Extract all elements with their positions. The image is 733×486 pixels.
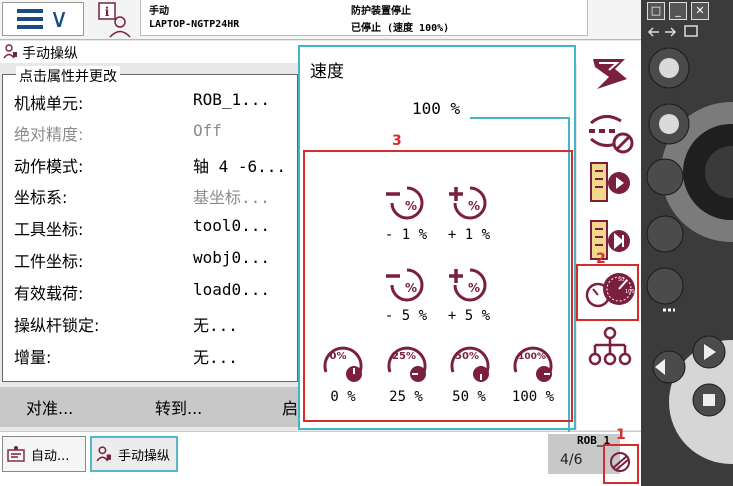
start-button[interactable]: 启 [282, 395, 298, 419]
property-value: 轴 4 -6... [193, 157, 287, 176]
svg-text:i: i [105, 5, 110, 19]
dial-mark-100: 100% [518, 352, 546, 362]
operator-info-icon[interactable]: i [96, 2, 132, 38]
dial-mark-50: 50% [455, 351, 479, 362]
speed-50-label: 50 % [452, 389, 486, 405]
property-label: 坐标系: [14, 188, 68, 207]
svg-text:%: % [405, 199, 417, 213]
top-status-bar: ∨ i 手动 LAPTOP-NGTP24HR 防护装置停止 已停止 (速度 10… [0, 0, 718, 40]
goto-button[interactable]: 转到... [155, 395, 202, 419]
speed-plus-5-label: + 5 % [447, 308, 491, 324]
mechanical-unit-icon[interactable] [585, 53, 635, 99]
property-value: 基坐标... [193, 188, 270, 207]
main-menu-button[interactable]: ∨ [2, 2, 84, 36]
property-workobject[interactable]: 工件坐标: wobj0... [14, 248, 294, 272]
jog-person-icon [3, 44, 17, 59]
quickset-menu: 50 100 [577, 45, 641, 430]
status-panel[interactable]: 手动 LAPTOP-NGTP24HR 防护装置停止 已停止 (速度 100%) [140, 0, 718, 36]
speed-current-value: 100 % [412, 99, 461, 118]
property-mechanical-unit[interactable]: 机械单元: ROB_1... [14, 90, 294, 114]
run-status: 已停止 (速度 100%) [351, 23, 450, 34]
speed-panel-title: 速度 [310, 62, 344, 82]
task-auto-label: 自动... [31, 448, 70, 464]
property-value: Off [193, 121, 222, 140]
speed-0-button[interactable]: 0% [320, 340, 366, 386]
guard-status: 防护装置停止 [351, 6, 411, 17]
property-label: 操纵杆锁定: [14, 316, 100, 335]
connector-line [470, 117, 570, 119]
chevron-down-icon: ∨ [49, 4, 69, 34]
jog-person-icon [96, 446, 111, 462]
property-value: ROB_1... [193, 90, 271, 109]
mode-text: 手动 [149, 6, 169, 17]
task-jog-label: 手动操纵 [118, 448, 171, 464]
task-jog-button[interactable]: 手动操纵 [90, 436, 178, 472]
window-minimize-button[interactable]: _ [669, 2, 687, 20]
property-value: wobj0... [193, 248, 271, 267]
taskbar: 自动... 手动操纵 [0, 431, 641, 486]
property-absolute-accuracy: 绝对精度: Off [14, 121, 294, 145]
speed-25-button[interactable]: 25% [384, 340, 430, 386]
window-close-button[interactable]: ✕ [691, 2, 709, 20]
property-motion-mode[interactable]: 动作模式: 轴 4 -6... [14, 153, 294, 177]
jog-title: 手动操纵 [22, 46, 78, 62]
svg-text:%: % [468, 199, 480, 213]
property-increment[interactable]: 增量: 无... [14, 344, 294, 368]
speed-plus-1-button[interactable]: % [447, 180, 493, 226]
property-value: tool0... [193, 216, 271, 235]
property-coordinate-system[interactable]: 坐标系: 基坐标... [14, 184, 294, 208]
step-mode-icon[interactable] [585, 217, 635, 263]
align-button[interactable]: 对准... [26, 395, 73, 419]
dial-mark-25: 25% [392, 351, 416, 362]
controller-name: LAPTOP-NGTP24HR [149, 19, 240, 30]
speed-100-label: 100 % [511, 389, 555, 405]
svg-text:%: % [468, 281, 480, 295]
flexpendant-frame: □ _ ✕ [641, 0, 733, 486]
annotation-label-2: 2 [596, 251, 606, 267]
task-auto-button[interactable]: 自动... [2, 436, 86, 472]
svg-text:%: % [405, 281, 417, 295]
property-label: 增量: [14, 348, 52, 367]
window-restore-button[interactable]: □ [647, 2, 665, 20]
speed-plus-5-button[interactable]: % [447, 262, 493, 308]
speed-minus-5-label: - 5 % [384, 308, 428, 324]
property-payload[interactable]: 有效载荷: load0... [14, 280, 294, 304]
speed-minus-1-button[interactable]: % [384, 180, 430, 226]
property-tool[interactable]: 工具坐标: tool0... [14, 216, 294, 240]
property-value: load0... [193, 280, 271, 299]
property-label: 工具坐标: [14, 220, 84, 239]
speed-minus-1-label: - 1 % [384, 227, 428, 243]
pendant-hardware-buttons [646, 25, 733, 464]
speed-0-label: 0 % [330, 389, 356, 405]
dial-mark-0: 0% [330, 351, 347, 362]
property-label: 机械单元: [14, 94, 84, 113]
properties-group-title: 点击属性并更改 [16, 66, 120, 86]
annotation-label-3: 3 [392, 133, 402, 149]
speed-minus-5-button[interactable]: % [384, 262, 430, 308]
run-mode-icon[interactable] [585, 159, 635, 205]
property-label: 动作模式: [14, 157, 84, 176]
property-joystick-lock[interactable]: 操纵杆锁定: 无... [14, 312, 294, 336]
increment-off-icon[interactable] [585, 109, 635, 155]
property-label: 有效载荷: [14, 284, 84, 303]
speed-25-label: 25 % [389, 389, 423, 405]
speed-50-button[interactable]: 50% [447, 340, 493, 386]
task-fraction: 4/6 [560, 452, 583, 468]
property-value: 无... [193, 316, 238, 335]
speed-plus-1-label: + 1 % [447, 227, 491, 243]
annotation-box-2 [576, 264, 639, 321]
jog-action-bar: 对准... 转到... 启 [0, 387, 298, 427]
speed-100-button[interactable]: 100% [510, 340, 556, 386]
property-value: 无... [193, 348, 238, 367]
tasks-icon[interactable] [585, 325, 635, 371]
hamburger-icon [17, 9, 44, 29]
auto-production-icon [7, 446, 25, 462]
property-label: 工件坐标: [14, 252, 84, 271]
annotation-box-1 [603, 444, 639, 484]
property-label: 绝对精度: [14, 125, 84, 144]
annotation-label-1: 1 [616, 427, 626, 443]
